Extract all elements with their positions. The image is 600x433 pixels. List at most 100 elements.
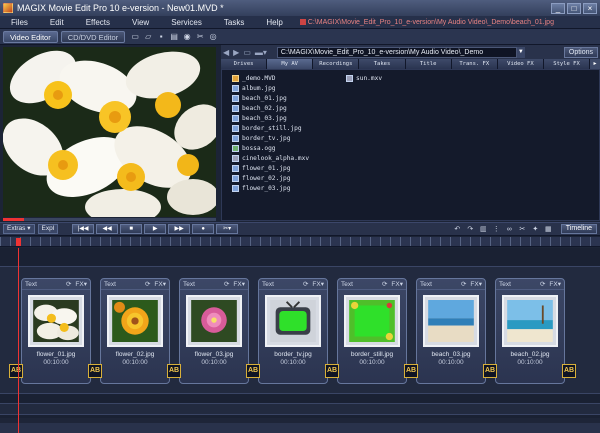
clip-text-button[interactable]: Text (420, 281, 461, 288)
view-mode-icon[interactable]: ▬▾ (255, 48, 267, 57)
tab-drives[interactable]: Drives (221, 59, 268, 69)
back-arrow-icon[interactable]: ◀ (223, 48, 229, 57)
redo-icon[interactable]: ↷ (466, 225, 475, 234)
preview-position-bar[interactable] (3, 218, 216, 221)
tab-title[interactable]: Title (405, 59, 452, 69)
rotate-icon[interactable]: ⟳ (540, 280, 545, 288)
maximize-button[interactable]: □ (567, 2, 581, 14)
rotate-icon[interactable]: ⟳ (145, 280, 150, 288)
file-list-item[interactable]: album.jpg (232, 83, 346, 93)
rotate-icon[interactable]: ⟳ (461, 280, 466, 288)
file-list-item[interactable]: border_tv.jpg (232, 133, 346, 143)
rewind-button[interactable]: ◀◀ (96, 224, 119, 234)
preview-monitor[interactable] (3, 47, 216, 217)
chevron-down-icon[interactable]: ▾ (558, 280, 561, 288)
menu-effects[interactable]: Effects (75, 18, 121, 27)
clip-text-button[interactable]: Text (183, 281, 224, 288)
undo-icon[interactable]: ↶ (453, 225, 462, 234)
file-list-item[interactable]: cinelook_alpha.mxv (232, 153, 346, 163)
clip-fx-button[interactable]: FX (549, 281, 557, 288)
clip-fx-button[interactable]: FX (154, 281, 162, 288)
trash-icon[interactable]: ▥ (479, 225, 488, 234)
menu-edit[interactable]: Edit (39, 18, 75, 27)
tab-takes[interactable]: Takes (359, 59, 406, 69)
expl-button[interactable]: Expl (37, 224, 59, 234)
rotate-icon[interactable]: ⟳ (224, 280, 229, 288)
file-list-item[interactable]: flower_02.jpg (232, 173, 346, 183)
split-icon[interactable]: ⋮ (492, 225, 501, 234)
fast-forward-button[interactable]: ▶▶ (168, 224, 191, 234)
tab-my-av[interactable]: My AV (267, 59, 314, 69)
minimize-button[interactable]: _ (551, 2, 565, 14)
transition-ab-button[interactable]: AB (562, 364, 576, 378)
transition-ab-button[interactable]: AB (246, 364, 260, 378)
clip-fx-button[interactable]: FX (312, 281, 320, 288)
timeline-ruler[interactable] (0, 237, 600, 247)
save-icon[interactable]: ▪ (156, 32, 166, 42)
tabs-scroll-icon[interactable]: ▸ (590, 59, 600, 69)
browser-path-field[interactable]: C:\MAGIX\Movie_Edit_Pro_10_e-version\My … (276, 46, 517, 58)
file-list-item[interactable]: beach_02.jpg (232, 103, 346, 113)
storyboard-clip[interactable]: Text ⟳ FX ▾ flower_03.jpg 00:10:00 (179, 278, 249, 384)
clip-text-button[interactable]: Text (104, 281, 145, 288)
rotate-icon[interactable]: ⟳ (382, 280, 387, 288)
record-icon[interactable]: ◉ (182, 32, 192, 42)
menu-view[interactable]: View (121, 18, 160, 27)
storyboard-clip[interactable]: Text ⟳ FX ▾ flower_02.jpg 00:10:00 (100, 278, 170, 384)
chevron-down-icon[interactable]: ▾ (321, 280, 324, 288)
cut-icon[interactable]: ✂ (195, 32, 205, 42)
tab-recordings[interactable]: Recordings (313, 59, 360, 69)
chevron-down-icon[interactable]: ▾ (242, 280, 245, 288)
tab-style-fx[interactable]: Style FX (543, 59, 591, 69)
file-list-item[interactable]: sun.mxv (346, 73, 446, 83)
transition-ab-button[interactable]: AB (404, 364, 418, 378)
storyboard-clip[interactable]: Text ⟳ FX ▾ beach_02.jpg 00:10:00 (495, 278, 565, 384)
playhead-marker[interactable] (16, 238, 21, 246)
clip-fx-button[interactable]: FX (75, 281, 83, 288)
chevron-down-icon[interactable]: ▾ (84, 280, 87, 288)
extras-button[interactable]: Extras ▾ (3, 224, 35, 234)
storyboard-clip[interactable]: Text ⟳ FX ▾ flower_01.jpg 00:10:00 (21, 278, 91, 384)
file-list-item[interactable]: bossa.ogg (232, 143, 346, 153)
chevron-down-icon[interactable]: ▼ (516, 46, 525, 58)
forward-arrow-icon[interactable]: ▶ (233, 48, 239, 57)
file-list-item[interactable]: border_still.jpg (232, 123, 346, 133)
chevron-down-icon[interactable]: ▾ (163, 280, 166, 288)
file-list-item[interactable]: flower_01.jpg (232, 163, 346, 173)
menu-services[interactable]: Services (160, 18, 213, 27)
play-button[interactable]: ▶ (144, 224, 167, 234)
up-folder-icon[interactable]: ▭ (243, 48, 251, 57)
file-list-item[interactable]: beach_03.jpg (232, 113, 346, 123)
close-button[interactable]: × (583, 2, 597, 14)
options-button[interactable]: Options (563, 46, 598, 58)
stop-button[interactable]: ■ (120, 224, 143, 234)
chevron-down-icon[interactable]: ▾ (479, 280, 482, 288)
clip-fx-button[interactable]: FX (233, 281, 241, 288)
print-icon[interactable]: ▤ (169, 32, 179, 42)
clip-text-button[interactable]: Text (25, 281, 66, 288)
transition-ab-button[interactable]: AB (167, 364, 181, 378)
horizontal-scrollbar[interactable] (0, 423, 600, 433)
grid-icon[interactable]: ▦ (544, 225, 553, 234)
menu-help[interactable]: Help (255, 18, 293, 27)
file-list-item[interactable]: beach_01.jpg (232, 93, 346, 103)
transition-ab-button[interactable]: AB (325, 364, 339, 378)
cd-dvd-editor-tab[interactable]: CD/DVD Editor (60, 30, 126, 43)
clip-text-button[interactable]: Text (262, 281, 303, 288)
clip-fx-button[interactable]: FX (391, 281, 399, 288)
clip-text-button[interactable]: Text (341, 281, 382, 288)
open-folder-icon[interactable]: ▱ (143, 32, 153, 42)
new-file-icon[interactable]: ▭ (130, 32, 140, 42)
go-to-start-button[interactable]: |◀◀ (72, 224, 95, 234)
video-editor-tab[interactable]: Video Editor (3, 30, 58, 43)
wand-icon[interactable]: ✦ (531, 225, 540, 234)
timeline-button[interactable]: Timeline (560, 224, 597, 234)
transition-ab-button[interactable]: AB (483, 364, 497, 378)
rotate-icon[interactable]: ⟳ (303, 280, 308, 288)
storyboard-clip[interactable]: Text ⟳ FX ▾ border_tv.jpg 00:10:00 (258, 278, 328, 384)
record-button[interactable]: ● (192, 224, 215, 234)
scissors-icon[interactable]: ✂ (518, 225, 527, 234)
menu-tasks[interactable]: Tasks (213, 18, 255, 27)
tab-video-fx[interactable]: Video FX (497, 59, 544, 69)
storyboard-clip[interactable]: Text ⟳ FX ▾ beach_03.jpg 00:10:00 (416, 278, 486, 384)
